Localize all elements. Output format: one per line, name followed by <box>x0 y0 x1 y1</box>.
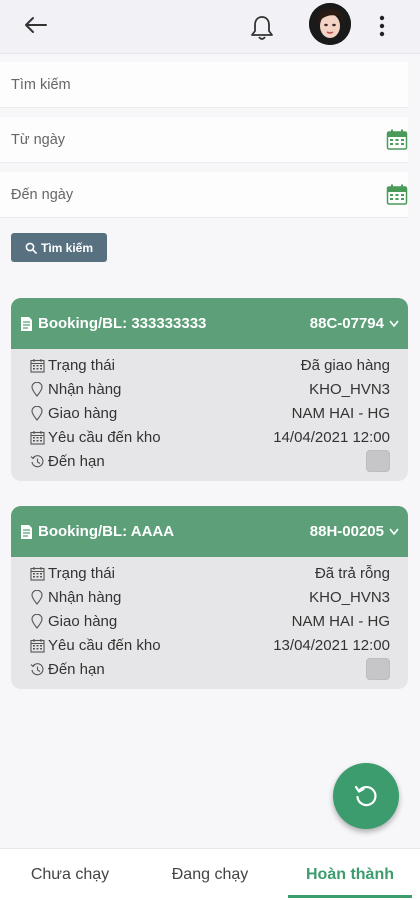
caret-down-icon <box>389 320 399 327</box>
refresh-button[interactable] <box>333 763 399 829</box>
pickup-label: Nhận hàng <box>48 380 122 398</box>
calendar-icon[interactable] <box>386 184 408 206</box>
status-row: Trạng thái Đã giao hàng <box>29 353 390 377</box>
vehicle-plate: 88H-00205 <box>310 523 399 540</box>
to-date-field <box>0 172 408 218</box>
refresh-icon <box>354 785 377 807</box>
avatar-image <box>309 3 351 45</box>
delivery-label: Giao hàng <box>48 612 118 630</box>
pickup-value: KHO_HVN3 <box>309 588 390 606</box>
tab-not-started[interactable]: Chưa chạy <box>0 849 140 900</box>
calendar-icon[interactable] <box>386 129 408 151</box>
card-body: Trạng thái Đã trả rỗng Nhận hàng KHO_HVN… <box>11 557 408 689</box>
card-header[interactable]: Booking/BL: 333333333 88C-07794 <box>11 298 408 349</box>
delivery-value: NAM HAI - HG <box>291 612 390 630</box>
status-value: Đã trả rỗng <box>314 564 390 582</box>
app-header <box>0 0 420 54</box>
to-date-input[interactable] <box>11 172 371 218</box>
vehicle-plate: 88C-07794 <box>310 315 399 332</box>
document-icon <box>20 524 34 540</box>
search-button-label: Tìm kiếm <box>40 240 94 255</box>
arrival-label: Yêu cầu đến kho <box>48 636 161 654</box>
arrival-row: Yêu cầu đến kho 14/04/2021 12:00 <box>29 425 390 449</box>
arrival-value: 13/04/2021 12:00 <box>273 636 390 654</box>
status-label: Trạng thái <box>48 356 115 374</box>
trip-card[interactable]: Booking/BL: 333333333 88C-07794 Trạng th… <box>11 298 408 481</box>
plate-number: 88C-07794 <box>309 315 384 332</box>
from-date-field <box>0 117 408 163</box>
delivery-row: Giao hàng NAM HAI - HG <box>29 401 390 425</box>
arrival-label: Yêu cầu đến kho <box>48 428 161 446</box>
calendar-icon <box>29 565 45 581</box>
location-pin-icon <box>29 613 45 629</box>
more-vertical-icon <box>379 15 385 37</box>
delivery-value: NAM HAI - HG <box>291 404 390 422</box>
calendar-icon <box>29 429 45 445</box>
due-checkbox[interactable] <box>366 658 390 680</box>
status-value: Đã giao hàng <box>300 356 390 374</box>
notification-button[interactable] <box>244 10 280 46</box>
location-pin-icon <box>29 405 45 421</box>
bottom-tab-bar: Chưa chạy Đang chạy Hoàn thành <box>0 848 420 900</box>
card-header[interactable]: Booking/BL: AAAA 88H-00205 <box>11 506 408 557</box>
status-row: Trạng thái Đã trả rỗng <box>29 561 390 585</box>
due-row: Đến hạn <box>29 657 390 681</box>
due-label: Đến hạn <box>48 452 105 470</box>
tab-in-progress[interactable]: Đang chạy <box>140 849 280 900</box>
booking-number: Booking/BL: AAAA <box>38 523 175 540</box>
due-row: Đến hạn <box>29 449 390 473</box>
due-label: Đến hạn <box>48 660 105 678</box>
from-date-input[interactable] <box>11 117 371 163</box>
arrow-left-icon <box>25 17 47 33</box>
keyword-input[interactable] <box>11 62 371 108</box>
bell-icon <box>251 16 273 40</box>
plate-number: 88H-00205 <box>309 523 384 540</box>
arrival-row: Yêu cầu đến kho 13/04/2021 12:00 <box>29 633 390 657</box>
location-pin-icon <box>29 381 45 397</box>
status-label: Trạng thái <box>48 564 115 582</box>
search-icon <box>25 242 37 254</box>
trip-card[interactable]: Booking/BL: AAAA 88H-00205 Trạng thái Đã… <box>11 506 408 689</box>
search-button[interactable]: Tìm kiếm <box>11 233 107 262</box>
pickup-label: Nhận hàng <box>48 588 122 606</box>
arrival-value: 14/04/2021 12:00 <box>273 428 390 446</box>
card-body: Trạng thái Đã giao hàng Nhận hàng KHO_HV… <box>11 349 408 481</box>
calendar-icon <box>29 637 45 653</box>
booking-number: Booking/BL: 333333333 <box>38 315 207 332</box>
pickup-value: KHO_HVN3 <box>309 380 390 398</box>
back-button[interactable] <box>20 11 52 39</box>
pickup-row: Nhận hàng KHO_HVN3 <box>29 377 390 401</box>
history-icon <box>29 453 45 469</box>
tab-completed[interactable]: Hoàn thành <box>280 849 420 900</box>
delivery-label: Giao hàng <box>48 404 118 422</box>
delivery-row: Giao hàng NAM HAI - HG <box>29 609 390 633</box>
user-avatar[interactable] <box>309 3 351 45</box>
more-menu-button[interactable] <box>368 8 396 44</box>
pickup-row: Nhận hàng KHO_HVN3 <box>29 585 390 609</box>
caret-down-icon <box>389 528 399 535</box>
keyword-field <box>0 62 408 108</box>
location-pin-icon <box>29 589 45 605</box>
calendar-icon <box>29 357 45 373</box>
document-icon <box>20 316 34 332</box>
due-checkbox[interactable] <box>366 450 390 472</box>
history-icon <box>29 661 45 677</box>
